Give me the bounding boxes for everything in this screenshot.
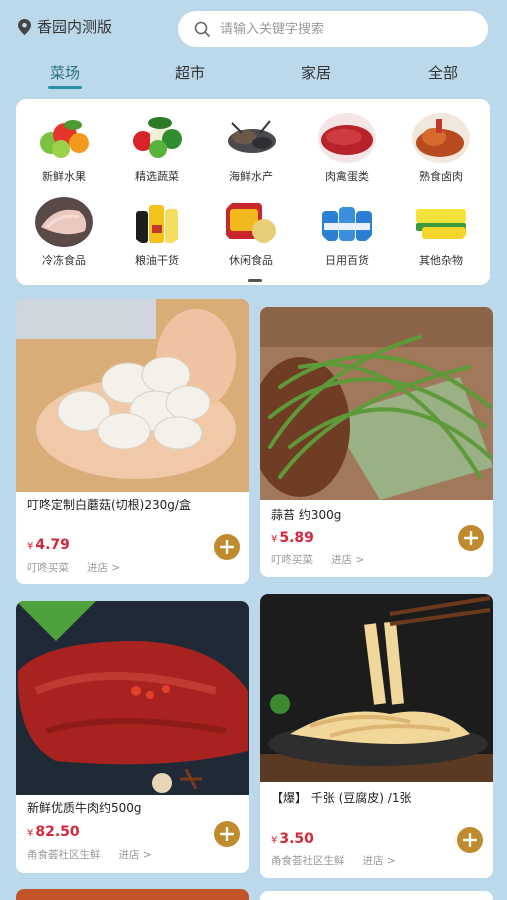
category-seafood[interactable]: 海鲜水产 — [211, 113, 291, 184]
grain-oil-icon — [128, 197, 186, 247]
product-price: ¥5.89 — [271, 530, 314, 546]
add-to-cart-button[interactable] — [214, 821, 240, 847]
snack-icon — [222, 197, 280, 247]
add-to-cart-button[interactable] — [457, 827, 483, 853]
product-price: ¥82.50 — [27, 824, 80, 840]
store-row: 甬食荟社区生鲜 进店 > — [27, 847, 152, 862]
tab-supermarket[interactable]: 超市 — [160, 62, 220, 83]
store-row: 叮咚买菜 进店 > — [27, 560, 120, 575]
category-label: 熟食卤肉 — [419, 170, 463, 183]
product-image — [260, 307, 493, 500]
price-value: 4.79 — [35, 537, 70, 553]
frozen-icon — [35, 197, 93, 247]
category-label: 海鲜水产 — [229, 170, 273, 183]
store-name: 叮咚买菜 — [271, 554, 313, 566]
product-card[interactable]: 新鲜优质牛肉约500g ¥82.50 甬食荟社区生鲜 进店 > — [16, 601, 249, 873]
enter-store-link[interactable]: 进店 > — [363, 853, 396, 868]
store-name: 甬食荟社区生鲜 — [271, 855, 345, 867]
category-label: 冷冻食品 — [42, 254, 86, 267]
price-value: 3.50 — [279, 831, 314, 847]
category-vegetable[interactable]: 精选蔬菜 — [117, 113, 197, 184]
product-card[interactable]: 【爆】 千张 (豆腐皮) /1张 ¥3.50 甬食荟社区生鲜 进店 > — [260, 594, 493, 878]
currency-symbol: ¥ — [271, 534, 278, 545]
search-bar[interactable] — [178, 11, 488, 47]
category-label: 新鲜水果 — [42, 170, 86, 183]
category-daily-goods[interactable]: 日用百货 — [307, 197, 387, 268]
category-label: 肉禽蛋类 — [325, 170, 369, 183]
enter-store-link[interactable]: 进店 > — [87, 560, 120, 575]
add-to-cart-button[interactable] — [458, 525, 484, 551]
location-label: 香园内测版 — [37, 18, 113, 36]
plus-icon — [220, 827, 234, 841]
fruit-icon — [35, 113, 93, 163]
add-to-cart-button[interactable] — [214, 534, 240, 560]
product-price: ¥3.50 — [271, 831, 314, 847]
vegetable-icon — [128, 113, 186, 163]
category-meat[interactable]: 肉禽蛋类 — [307, 113, 387, 184]
top-bar: 香园内测版 — [0, 0, 507, 60]
currency-symbol: ¥ — [27, 541, 34, 552]
product-name: 叮咚定制白蘑菇(切根)230g/盒 — [27, 498, 191, 512]
product-image — [16, 299, 249, 492]
currency-symbol: ¥ — [271, 835, 278, 846]
price-value: 5.89 — [279, 530, 314, 546]
tab-bar: 菜场 超市 家居 全部 — [0, 58, 507, 94]
tab-home[interactable]: 家居 — [286, 62, 346, 83]
product-card-partial[interactable] — [260, 891, 493, 900]
product-name: 【爆】 千张 (豆腐皮) /1张 — [271, 791, 412, 805]
product-price: ¥4.79 — [27, 537, 70, 553]
deli-icon — [412, 113, 470, 163]
location-selector[interactable]: 香园内测版 — [18, 16, 112, 37]
plus-icon — [463, 833, 477, 847]
product-name: 新鲜优质牛肉约500g — [27, 801, 142, 815]
category-misc[interactable]: 其他杂物 — [401, 197, 481, 268]
daily-goods-icon — [318, 197, 376, 247]
category-label: 日用百货 — [325, 254, 369, 267]
meat-icon — [318, 113, 376, 163]
category-frozen[interactable]: 冷冻食品 — [24, 197, 104, 268]
category-label: 休闲食品 — [229, 254, 273, 267]
tab-all[interactable]: 全部 — [413, 62, 473, 83]
plus-icon — [220, 540, 234, 554]
location-pin-icon — [18, 18, 31, 35]
misc-icon — [412, 197, 470, 247]
plus-icon — [464, 531, 478, 545]
seafood-icon — [222, 113, 280, 163]
product-name: 蒜苔 约300g — [271, 508, 342, 522]
category-snack[interactable]: 休闲食品 — [211, 197, 291, 268]
price-value: 82.50 — [35, 824, 80, 840]
store-row: 甬食荟社区生鲜 进店 > — [271, 853, 396, 868]
search-icon — [194, 21, 210, 37]
tab-market[interactable]: 菜场 — [35, 62, 95, 83]
product-image — [16, 601, 249, 795]
category-label: 精选蔬菜 — [135, 170, 179, 183]
product-image — [260, 594, 493, 782]
category-panel: 新鲜水果 精选蔬菜 海鲜水产 肉禽蛋类 熟食卤肉 冷冻食品 粮油干货 休闲食品 … — [16, 99, 490, 285]
category-fruit[interactable]: 新鲜水果 — [24, 113, 104, 184]
active-tab-indicator — [48, 86, 82, 89]
product-card[interactable]: 蒜苔 约300g ¥5.89 叮咚买菜 进店 > — [260, 307, 493, 577]
category-grain-oil[interactable]: 粮油干货 — [117, 197, 197, 268]
category-label: 其他杂物 — [419, 254, 463, 267]
store-row: 叮咚买菜 进店 > — [271, 552, 364, 567]
category-label: 粮油干货 — [135, 254, 179, 267]
category-deli[interactable]: 熟食卤肉 — [401, 113, 481, 184]
currency-symbol: ¥ — [27, 828, 34, 839]
enter-store-link[interactable]: 进店 > — [119, 847, 152, 862]
store-name: 甬食荟社区生鲜 — [27, 849, 101, 861]
store-name: 叮咚买菜 — [27, 562, 69, 574]
category-page-indicator — [248, 279, 262, 282]
product-card-partial[interactable] — [16, 889, 249, 900]
enter-store-link[interactable]: 进店 > — [331, 552, 364, 567]
product-card[interactable]: 叮咚定制白蘑菇(切根)230g/盒 ¥4.79 叮咚买菜 进店 > — [16, 299, 249, 584]
search-input[interactable] — [220, 21, 460, 37]
